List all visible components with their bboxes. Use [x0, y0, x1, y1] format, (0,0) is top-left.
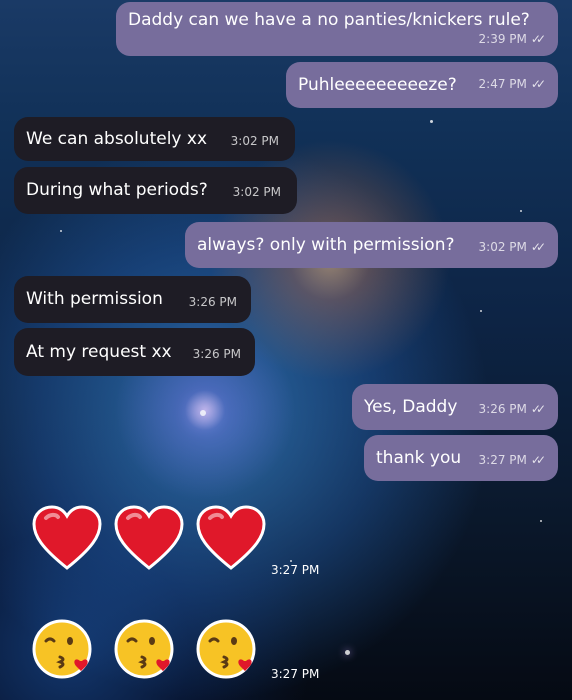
message-bubble-incoming[interactable]: With permission 3:26 PM — [14, 276, 251, 323]
kissing-face-icon — [32, 619, 92, 679]
message-time: 3:26 PM — [192, 347, 241, 361]
message-time: 3:02 PM — [478, 240, 527, 254]
double-check-icon: ✓✓ — [530, 77, 546, 91]
message-meta: 3:02 PM — [233, 181, 281, 203]
double-check-icon: ✓✓ — [530, 240, 546, 254]
message-meta: 2:47 PM ✓✓ — [478, 73, 547, 95]
message-bubble-outgoing[interactable]: Daddy can we have a no panties/knickers … — [116, 2, 558, 56]
message-bubble-outgoing[interactable]: Yes, Daddy 3:26 PM ✓✓ — [352, 384, 558, 430]
message-bubble-incoming[interactable]: We can absolutely xx 3:02 PM — [14, 117, 295, 161]
message-text: Daddy can we have a no panties/knickers … — [128, 10, 530, 30]
message-bubble-incoming[interactable]: During what periods? 3:02 PM — [14, 167, 297, 214]
message-bubble-incoming[interactable]: At my request xx 3:26 PM — [14, 328, 255, 376]
red-heart-icon — [196, 505, 266, 570]
message-text: During what periods? — [26, 180, 208, 200]
message-time: 3:26 PM — [478, 402, 527, 416]
red-heart-icon — [32, 505, 102, 570]
message-bubble-outgoing[interactable]: always? only with permission? 3:02 PM ✓✓ — [185, 222, 558, 268]
message-time: 3:27 PM — [271, 667, 320, 681]
message-text: With permission — [26, 289, 163, 309]
message-meta: 3:02 PM ✓✓ — [478, 236, 547, 258]
emoji-message-kisses[interactable] — [32, 613, 260, 685]
double-check-icon: ✓✓ — [530, 32, 546, 46]
kissing-face-icon — [114, 619, 174, 679]
emoji-message-hearts[interactable] — [32, 503, 266, 575]
message-time: 3:02 PM — [232, 185, 281, 199]
message-time: 3:27 PM — [271, 563, 320, 577]
message-time: 2:39 PM — [478, 32, 527, 46]
red-heart-icon — [114, 505, 184, 570]
double-check-icon: ✓✓ — [530, 453, 546, 467]
message-meta: 3:26 PM — [193, 343, 241, 365]
message-bubble-outgoing[interactable]: thank you 3:27 PM ✓✓ — [364, 435, 558, 481]
message-time: 3:27 PM — [478, 453, 527, 467]
message-time: 3:26 PM — [188, 295, 237, 309]
message-meta: 3:26 PM ✓✓ — [478, 398, 547, 420]
message-text: Puhleeeeeeeeeze? — [298, 75, 457, 95]
chat-thread: Daddy can we have a no panties/knickers … — [0, 0, 572, 700]
message-meta: 3:27 PM ✓✓ — [478, 449, 547, 471]
double-check-icon: ✓✓ — [530, 402, 546, 416]
kissing-face-icon — [196, 619, 256, 679]
message-time: 3:02 PM — [230, 134, 279, 148]
message-text: thank you — [376, 448, 462, 468]
message-text: always? only with permission? — [197, 235, 455, 255]
message-text: At my request xx — [26, 342, 172, 362]
message-time: 2:47 PM — [478, 77, 527, 91]
message-text: Yes, Daddy — [364, 397, 458, 417]
message-bubble-outgoing[interactable]: Puhleeeeeeeeeze? 2:47 PM ✓✓ — [286, 62, 558, 108]
message-text: We can absolutely xx — [26, 129, 208, 149]
message-meta: 3:26 PM — [189, 291, 237, 313]
message-meta: 2:39 PM ✓✓ — [478, 28, 547, 50]
message-meta: 3:02 PM — [231, 130, 279, 152]
